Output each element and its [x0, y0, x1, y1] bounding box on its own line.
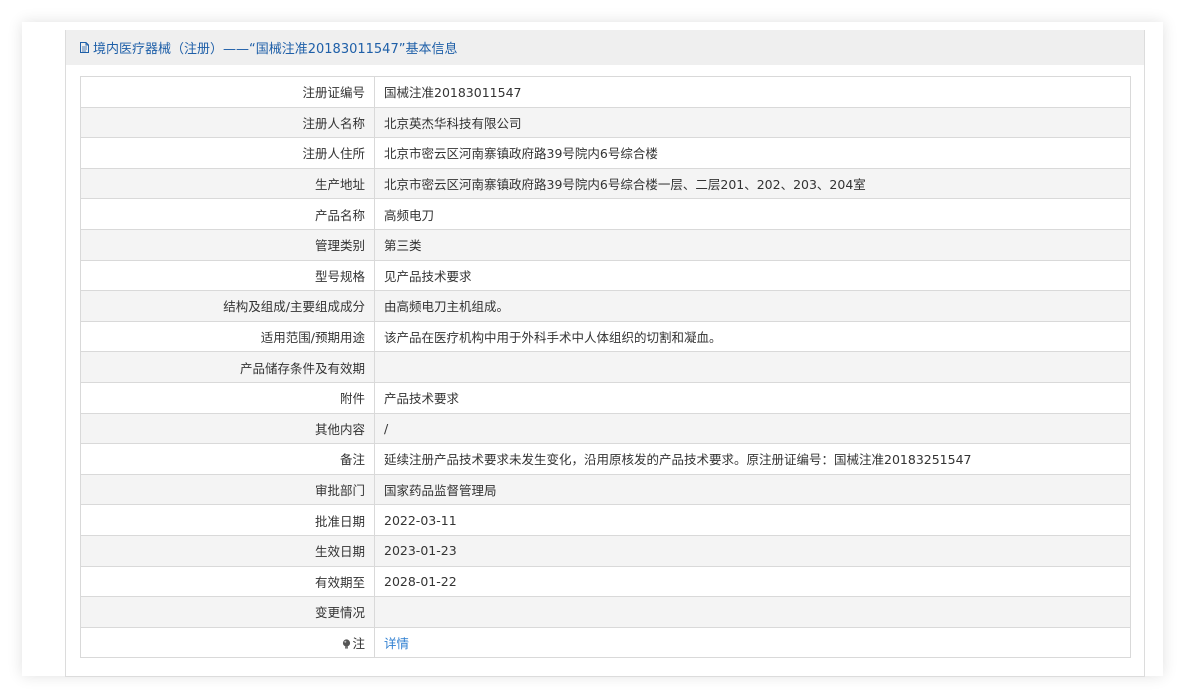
table-row: 有效期至 2028-01-22: [80, 565, 1131, 598]
row-label: 型号规格: [80, 259, 375, 292]
table-row: 产品储存条件及有效期: [80, 351, 1131, 383]
row-label: 变更情况: [80, 596, 375, 628]
page-title: 境内医疗器械（注册）——“国械注准20183011547”基本信息: [93, 42, 458, 57]
row-value: [374, 596, 1131, 628]
table-row: 生效日期 2023-01-23: [80, 534, 1131, 567]
row-label: 结构及组成/主要组成成分: [80, 290, 375, 322]
row-value: 2028-01-22: [374, 565, 1131, 598]
row-value: 该产品在医疗机构中用于外科手术中人体组织的切割和凝血。: [374, 320, 1131, 353]
row-label: 附件: [80, 381, 375, 414]
table-row: 附件 产品技术要求: [80, 381, 1131, 414]
table-row: 注册证编号 国械注准20183011547: [80, 76, 1131, 108]
row-value: /: [374, 412, 1131, 445]
lightbulb-icon: [342, 637, 351, 649]
table-row: 生产地址 北京市密云区河南寨镇政府路39号院内6号综合楼一层、二层201、202…: [80, 167, 1131, 200]
row-label: 有效期至: [80, 565, 375, 598]
row-label: 管理类别: [80, 228, 375, 261]
details-link[interactable]: 详情: [384, 636, 409, 651]
table-row: 批准日期 2022-03-11: [80, 504, 1131, 536]
row-value: 北京英杰华科技有限公司: [374, 106, 1131, 139]
panel-header: 境内医疗器械（注册）——“国械注准20183011547”基本信息: [66, 30, 1144, 65]
row-label: 适用范围/预期用途: [80, 320, 375, 353]
row-label: 生产地址: [80, 167, 375, 200]
row-label: 其他内容: [80, 412, 375, 445]
row-value: [374, 351, 1131, 383]
info-panel: 境内医疗器械（注册）——“国械注准20183011547”基本信息 注册证编号 …: [65, 30, 1145, 677]
table-row: 注册人名称 北京英杰华科技有限公司: [80, 106, 1131, 139]
row-value: 北京市密云区河南寨镇政府路39号院内6号综合楼: [374, 137, 1131, 169]
note-row: 注 详情: [80, 626, 1131, 659]
row-label: 生效日期: [80, 534, 375, 567]
page-card: 境内医疗器械（注册）——“国械注准20183011547”基本信息 注册证编号 …: [22, 22, 1163, 677]
table-row: 适用范围/预期用途 该产品在医疗机构中用于外科手术中人体组织的切割和凝血。: [80, 320, 1131, 353]
row-label: 批准日期: [80, 504, 375, 536]
row-value: 2023-01-23: [374, 534, 1131, 567]
row-value: 产品技术要求: [374, 381, 1131, 414]
row-label: 审批部门: [80, 473, 375, 506]
row-value: 由高频电刀主机组成。: [374, 290, 1131, 322]
row-value: 见产品技术要求: [374, 259, 1131, 292]
row-label: 注册人住所: [80, 137, 375, 169]
table-row: 管理类别 第三类: [80, 228, 1131, 261]
table-row: 型号规格 见产品技术要求: [80, 259, 1131, 292]
row-label: 注册人名称: [80, 106, 375, 139]
row-value: 北京市密云区河南寨镇政府路39号院内6号综合楼一层、二层201、202、203、…: [374, 167, 1131, 200]
row-value: 延续注册产品技术要求未发生变化，沿用原核发的产品技术要求。原注册证编号：国械注准…: [374, 443, 1131, 475]
document-icon: [80, 42, 89, 53]
table-row: 结构及组成/主要组成成分 由高频电刀主机组成。: [80, 290, 1131, 322]
note-value-cell: 详情: [374, 626, 1131, 659]
row-value: 国械注准20183011547: [374, 76, 1131, 108]
row-value: 高频电刀: [374, 198, 1131, 230]
info-table: 注册证编号 国械注准20183011547 注册人名称 北京英杰华科技有限公司 …: [80, 76, 1131, 659]
row-value: 第三类: [374, 228, 1131, 261]
row-value: 国家药品监督管理局: [374, 473, 1131, 506]
note-label-cell: 注: [80, 626, 375, 659]
row-label: 备注: [80, 443, 375, 475]
table-row: 其他内容 /: [80, 412, 1131, 445]
table-row: 变更情况: [80, 596, 1131, 628]
note-label: 注: [352, 635, 365, 651]
table-row: 注册人住所 北京市密云区河南寨镇政府路39号院内6号综合楼: [80, 137, 1131, 169]
table-row: 备注 延续注册产品技术要求未发生变化，沿用原核发的产品技术要求。原注册证编号：国…: [80, 443, 1131, 475]
row-value: 2022-03-11: [374, 504, 1131, 536]
row-label: 产品名称: [80, 198, 375, 230]
row-label: 注册证编号: [80, 76, 375, 108]
table-row: 审批部门 国家药品监督管理局: [80, 473, 1131, 506]
row-label: 产品储存条件及有效期: [80, 351, 375, 383]
table-row: 产品名称 高频电刀: [80, 198, 1131, 230]
